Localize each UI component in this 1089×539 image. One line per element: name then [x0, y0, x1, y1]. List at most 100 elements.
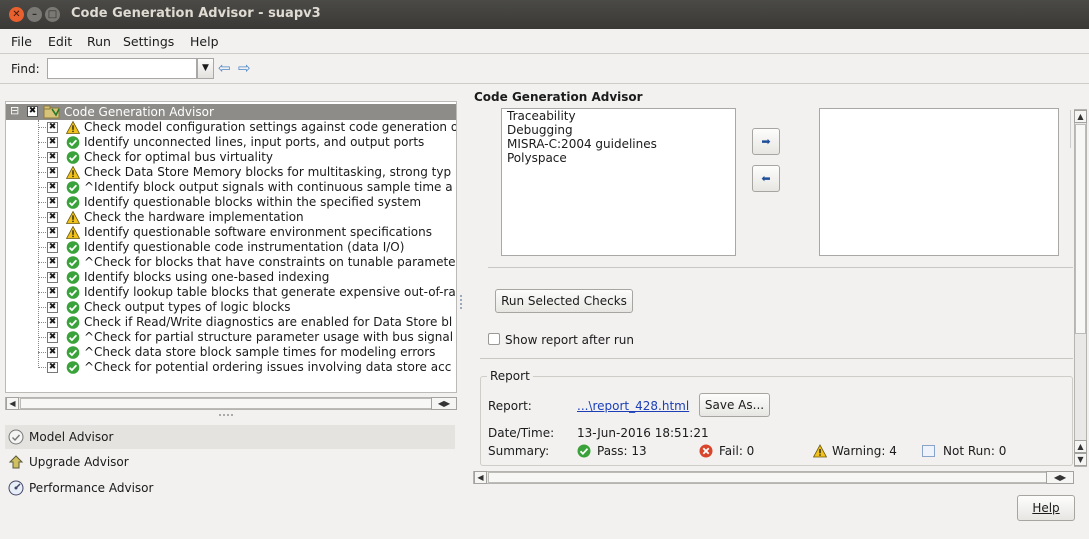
check-row[interactable]: ✖ ^Check for blocks that have constraints…: [6, 255, 456, 270]
upgrade-icon: [8, 454, 24, 470]
scroll-up-icon[interactable]: ▲: [1074, 110, 1087, 123]
tree-root-row[interactable]: ⊟ ✖ Code Generation Advisor: [6, 104, 456, 120]
check-row[interactable]: ✖ Check model configuration settings agai…: [6, 120, 456, 135]
find-dropdown-button[interactable]: ▼: [197, 58, 214, 79]
warning-icon: [65, 210, 81, 224]
check-row[interactable]: ✖ Check if Read/Write diagnostics are ena…: [6, 315, 456, 330]
check-row[interactable]: ✖ Identify questionable blocks within the…: [6, 195, 456, 210]
scroll-right-icon[interactable]: ◀▶: [431, 397, 457, 410]
menu-settings[interactable]: Settings: [123, 34, 174, 49]
objective-item[interactable]: Traceability: [507, 109, 576, 123]
remove-objective-button[interactable]: ⬅: [752, 165, 780, 192]
menu-help[interactable]: Help: [190, 34, 219, 49]
tree-connector: [38, 367, 46, 368]
check-row[interactable]: ✖ Check for optimal bus virtuality: [6, 150, 456, 165]
scroll-left-icon[interactable]: ◀: [474, 471, 487, 484]
pass-icon: [66, 271, 80, 284]
save-as-button[interactable]: Save As...: [699, 393, 770, 417]
check-checkbox[interactable]: ✖: [47, 242, 58, 253]
find-label: Find:: [11, 62, 40, 76]
check-checkbox[interactable]: ✖: [47, 227, 58, 238]
check-checkbox[interactable]: ✖: [47, 317, 58, 328]
datetime-label: Date/Time:: [488, 426, 555, 440]
check-checkbox[interactable]: ✖: [47, 122, 58, 133]
check-row[interactable]: ✖ ^Check data store block sample times fo…: [6, 345, 456, 360]
pass-icon: [577, 444, 591, 458]
check-checkbox[interactable]: ✖: [47, 152, 58, 163]
check-checkbox[interactable]: ✖: [47, 347, 58, 358]
model-advisor-item[interactable]: Model Advisor: [5, 425, 455, 449]
show-report-checkbox[interactable]: [488, 333, 500, 345]
help-button[interactable]: Help: [1017, 495, 1075, 521]
check-row[interactable]: ✖ Identify lookup table blocks that gener…: [6, 285, 456, 300]
check-row[interactable]: ✖ Check Data Store Memory blocks for mult…: [6, 165, 456, 180]
menu-run[interactable]: Run: [87, 34, 111, 49]
tree-scroll-thumb[interactable]: [20, 398, 432, 409]
find-next-icon[interactable]: ⇨: [238, 59, 251, 77]
pane-splitter-grip[interactable]: [460, 295, 463, 309]
available-objectives-list[interactable]: Traceability Debugging MISRA-C:2004 guid…: [501, 108, 736, 256]
check-checkbox[interactable]: ✖: [47, 137, 58, 148]
check-checkbox[interactable]: ✖: [47, 182, 58, 193]
scroll-up-icon[interactable]: ▲: [1074, 440, 1087, 453]
splitter-grip[interactable]: [219, 414, 233, 417]
pass-icon: [66, 136, 80, 149]
root-checkbox[interactable]: ✖: [27, 106, 38, 117]
tree-connector: [38, 202, 46, 203]
selected-objectives-list[interactable]: [819, 108, 1059, 256]
check-row[interactable]: ✖ ^Identify block output signals with con…: [6, 180, 456, 195]
check-row[interactable]: ✖ ^Check for potential ordering issues in…: [6, 360, 456, 375]
run-selected-checks-button[interactable]: Run Selected Checks: [495, 289, 633, 313]
add-objective-button[interactable]: ➡: [752, 128, 780, 155]
maximize-window-button[interactable]: □: [45, 7, 60, 22]
menu-file[interactable]: File: [11, 34, 32, 49]
scroll-right-icon[interactable]: ◀▶: [1046, 471, 1074, 484]
check-row[interactable]: ✖ Identify unconnected lines, input ports…: [6, 135, 456, 150]
tree-horizontal-scrollbar[interactable]: ◀ ◀▶: [5, 397, 457, 410]
check-row[interactable]: ✖ Check output types of logic blocks: [6, 300, 456, 315]
check-checkbox[interactable]: ✖: [47, 257, 58, 268]
check-row[interactable]: ✖ ^Check for partial structure parameter …: [6, 330, 456, 345]
check-label: Identify lookup table blocks that genera…: [84, 285, 456, 299]
tree-connector: [38, 142, 46, 143]
upgrade-advisor-item[interactable]: Upgrade Advisor: [5, 450, 455, 474]
menu-edit[interactable]: Edit: [48, 34, 72, 49]
check-checkbox[interactable]: ✖: [47, 197, 58, 208]
scroll-down-icon[interactable]: ▼: [1074, 453, 1087, 466]
minimize-window-button[interactable]: –: [27, 7, 42, 22]
tree-connector: [38, 172, 46, 173]
check-row[interactable]: ✖ Check the hardware implementation: [6, 210, 456, 225]
title-bar: ✕ – □ Code Generation Advisor - suapv3: [0, 0, 1089, 29]
objective-item[interactable]: Polyspace: [507, 151, 567, 165]
report-group-title: Report: [487, 369, 533, 383]
objective-item[interactable]: Debugging: [507, 123, 573, 137]
check-row[interactable]: ✖ Identify blocks using one-based indexin…: [6, 270, 456, 285]
find-previous-icon[interactable]: ⇦: [218, 59, 231, 77]
check-row[interactable]: ✖ Identify questionable software environm…: [6, 225, 456, 240]
check-label: Check output types of logic blocks: [84, 300, 291, 314]
scroll-left-icon[interactable]: ◀: [6, 397, 19, 410]
check-checkbox[interactable]: ✖: [47, 332, 58, 343]
check-checkbox[interactable]: ✖: [47, 272, 58, 283]
objective-item[interactable]: MISRA-C:2004 guidelines: [507, 137, 657, 151]
report-label: Report:: [488, 399, 532, 413]
report-link[interactable]: ...\report_428.html: [577, 399, 689, 413]
right-vscroll-thumb[interactable]: [1075, 124, 1086, 334]
collapse-icon[interactable]: ⊟: [10, 104, 19, 117]
toolbar-separator: [0, 83, 1089, 84]
right-vertical-scrollbar[interactable]: ▲ ▲ ▼: [1074, 109, 1087, 467]
pass-icon: [66, 286, 80, 299]
right-hscroll-thumb[interactable]: [488, 472, 1048, 483]
check-checkbox[interactable]: ✖: [47, 212, 58, 223]
find-input[interactable]: [47, 58, 197, 79]
check-checkbox[interactable]: ✖: [47, 287, 58, 298]
warning-icon: [65, 120, 81, 134]
check-checkbox[interactable]: ✖: [47, 167, 58, 178]
check-checkbox[interactable]: ✖: [47, 302, 58, 313]
check-checkbox[interactable]: ✖: [47, 362, 58, 373]
close-window-button[interactable]: ✕: [9, 7, 24, 22]
right-horizontal-scrollbar[interactable]: ◀: [473, 471, 1062, 484]
check-row[interactable]: ✖ Identify questionable code instrumentat…: [6, 240, 456, 255]
tree-connector: [38, 127, 46, 128]
performance-advisor-item[interactable]: Performance Advisor: [5, 476, 455, 500]
